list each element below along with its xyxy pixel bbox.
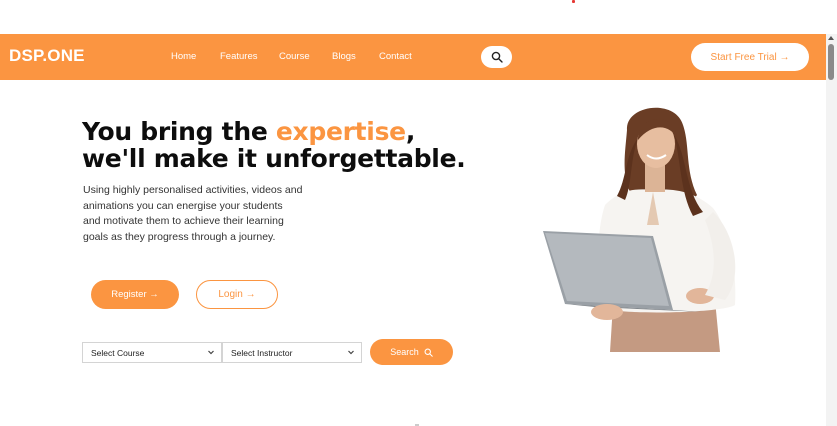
register-button[interactable]: Register → <box>91 280 179 309</box>
course-select-value: Select Course <box>91 347 145 358</box>
logo[interactable]: DSP.ONE <box>9 46 85 66</box>
course-select[interactable]: Select Course <box>82 342 222 363</box>
chevron-down-icon <box>348 350 354 355</box>
navbar: DSP.ONE Home Features Course Blogs Conta… <box>0 34 826 80</box>
search-icon <box>491 51 503 63</box>
browser-top-area <box>0 0 837 34</box>
nav-link-contact[interactable]: Contact <box>379 51 412 62</box>
nav-link-blogs[interactable]: Blogs <box>332 51 356 62</box>
hero-title: You bring the expertise, we'll make it u… <box>82 117 466 173</box>
chevron-down-icon <box>208 350 214 355</box>
scroll-up-arrow-icon[interactable] <box>828 36 834 40</box>
instructor-select[interactable]: Select Instructor <box>222 342 362 363</box>
start-free-trial-button[interactable]: Start Free Trial → <box>691 43 809 71</box>
search-button-label: Search <box>390 347 419 357</box>
search-icon <box>424 348 433 357</box>
nav-link-home[interactable]: Home <box>171 51 196 62</box>
hero-image-woman-with-laptop <box>543 107 736 352</box>
nav-link-features[interactable]: Features <box>220 51 258 62</box>
search-button[interactable]: Search <box>370 339 453 365</box>
nav-search-button[interactable] <box>481 46 512 68</box>
nav-link-course[interactable]: Course <box>279 51 310 62</box>
hero-title-prefix: You bring the <box>82 117 276 146</box>
hero-title-accent: expertise <box>275 117 406 146</box>
top-marker <box>572 0 575 3</box>
page-scrollbar[interactable] <box>826 34 837 426</box>
hero-description: Using highly personalised activities, vi… <box>83 184 303 243</box>
scroll-thumb[interactable] <box>828 44 834 80</box>
hero-title-comma: , <box>405 117 416 146</box>
instructor-select-value: Select Instructor <box>231 347 293 358</box>
hero-title-line2: we'll make it unforgettable. <box>82 144 466 173</box>
login-button[interactable]: Login → <box>196 280 278 309</box>
